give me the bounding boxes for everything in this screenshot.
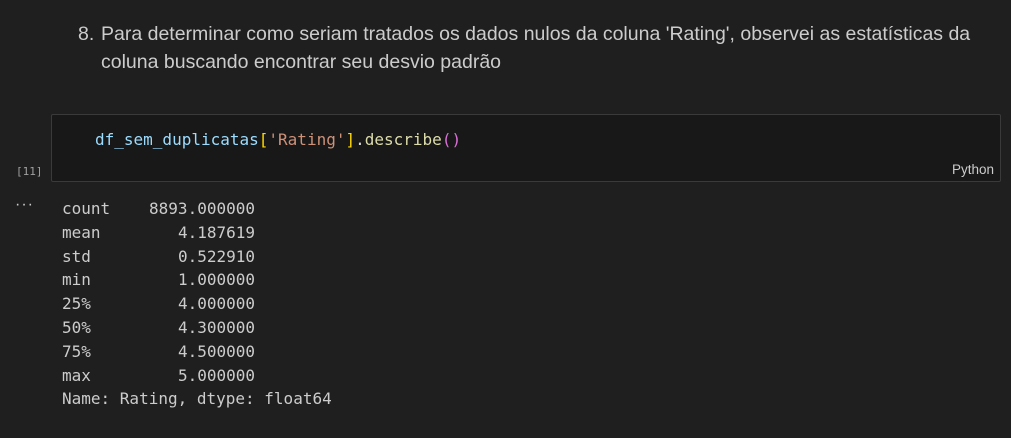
stat-key: max [62, 365, 91, 385]
stat-key: 50% [62, 317, 91, 337]
code-token-string: 'Rating' [268, 130, 346, 149]
stat-value: 4.500000 [177, 341, 255, 361]
language-selector[interactable]: Python [952, 162, 994, 177]
stat-value: 4.000000 [177, 294, 255, 314]
output-row: 50% 4.300000 [62, 316, 332, 340]
output-row: 75% 4.500000 [62, 340, 332, 364]
output-row: count 8893.000000 [62, 197, 332, 221]
stat-key: count [62, 199, 111, 218]
code-token-method: describe [364, 130, 442, 149]
code-token-dot: . [355, 130, 365, 149]
stat-value: 8893.000000 [149, 199, 255, 218]
output-row: mean 4.187619 [62, 221, 332, 245]
stat-value: 1.000000 [177, 270, 255, 290]
stat-key: 75% [62, 341, 91, 361]
code-token-variable: df_sem_duplicatas [95, 130, 259, 149]
stat-key: std [62, 246, 91, 266]
code-token-close-bracket: ] [345, 130, 356, 149]
code-token-parens: () [441, 130, 462, 149]
execution-count: [11] [16, 165, 43, 178]
stat-value: 5.000000 [177, 365, 255, 385]
stat-key: min [62, 270, 91, 290]
markdown-cell: 8. Para determinar como seriam tratados … [78, 20, 1003, 76]
code-line[interactable]: df_sem_duplicatas['Rating'].describe() [95, 130, 461, 149]
output-row: min 1.000000 [62, 268, 332, 292]
stat-value: 4.187619 [177, 222, 255, 242]
cell-output: count 8893.000000 mean 4.187619 std 0.52291… [62, 197, 332, 411]
markdown-text: Para determinar como seriam tratados os … [101, 23, 971, 73]
output-footer: Name: Rating, dtype: float64 [62, 389, 332, 409]
output-row: 25% 4.000000 [62, 292, 332, 316]
list-number: 8. [78, 23, 95, 45]
output-row: max 5.000000 [62, 364, 332, 388]
stat-value: 0.522910 [177, 246, 255, 266]
output-row: std 0.522910 [62, 245, 332, 269]
stat-value: 4.300000 [177, 317, 255, 337]
more-actions-icon[interactable]: ··· [15, 196, 34, 214]
stat-key: mean [62, 222, 101, 242]
code-cell[interactable]: df_sem_duplicatas['Rating'].describe() P… [51, 114, 1001, 182]
stat-key: 25% [62, 294, 91, 314]
code-token-open-bracket: [ [258, 130, 269, 149]
